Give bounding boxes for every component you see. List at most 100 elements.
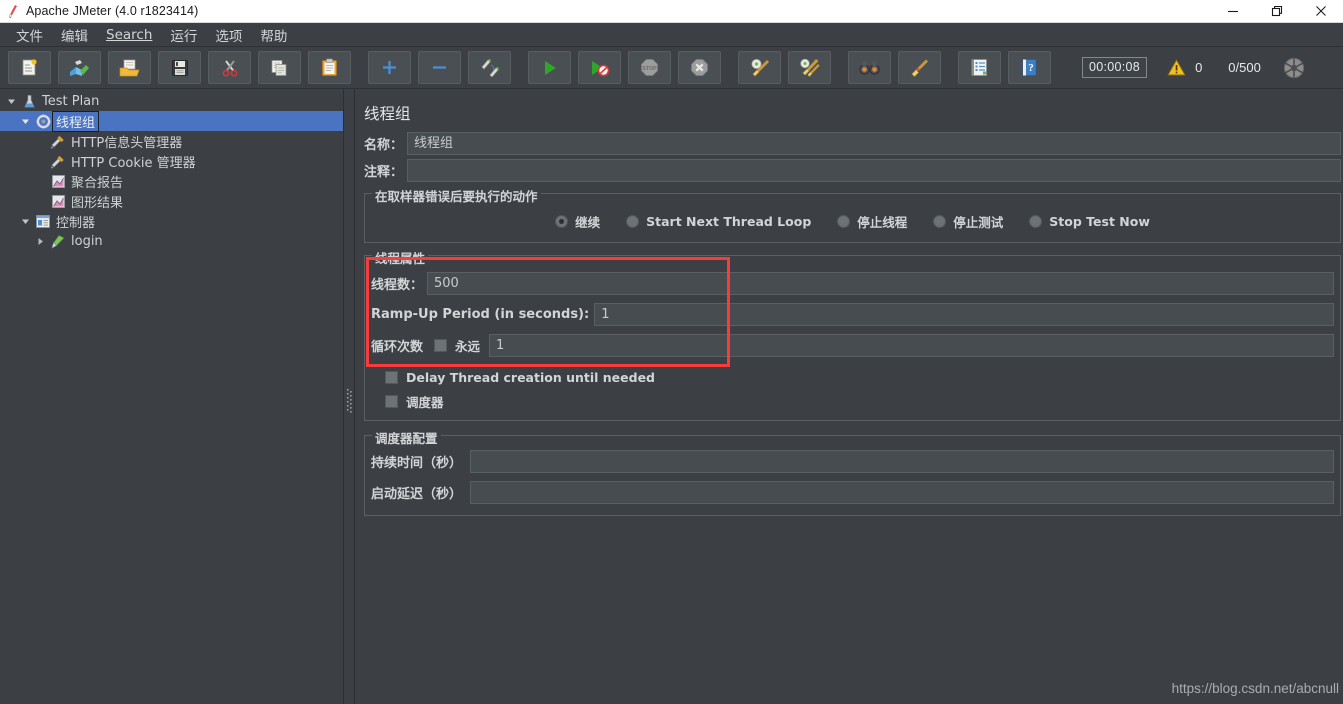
menu-search[interactable]: Search [97, 25, 161, 45]
logic-controller-icon [33, 214, 53, 229]
title-bar: Apache JMeter (4.0 r1823414) [0, 0, 1343, 23]
close-button[interactable] [1299, 0, 1343, 23]
radio-continue-label: 继续 [575, 214, 601, 230]
tree-node-controller[interactable]: 控制器 [0, 211, 343, 231]
radio-start-next-thread-loop-indicator[interactable] [626, 214, 640, 228]
comment-input[interactable] [407, 159, 1341, 182]
scheduler-checkbox[interactable] [385, 394, 398, 408]
radio-stop-thread[interactable]: 停止线程 [837, 212, 907, 231]
radio-stop-test-now-indicator[interactable] [1029, 214, 1043, 228]
help-book-icon: ? [1022, 59, 1037, 76]
tree-label-controller: 控制器 [56, 215, 96, 231]
duration-input[interactable] [470, 450, 1334, 473]
radio-stop-test[interactable]: 停止测试 [933, 212, 1003, 231]
forever-label: 永远 [455, 339, 481, 354]
scheduler-label: 调度器 [406, 394, 444, 410]
minus-icon [433, 66, 446, 69]
reset-search-button[interactable] [898, 51, 941, 84]
clear-all-button[interactable] [788, 51, 831, 84]
shutdown-button[interactable] [678, 51, 721, 84]
loop-count-input[interactable]: 1 [489, 334, 1334, 357]
binoculars-icon [859, 61, 880, 75]
tree-node-thread-group[interactable]: 线程组 [0, 110, 343, 132]
stop-sign-icon: STOP [641, 59, 658, 76]
warning-indicator[interactable]: 0 [1167, 59, 1202, 76]
restore-button[interactable] [1255, 0, 1299, 23]
splitter-grip-icon [347, 389, 352, 413]
tree-node-login[interactable]: login [0, 231, 343, 251]
menu-edit[interactable]: 编辑 [52, 23, 97, 47]
delay-thread-creation-checkbox[interactable] [385, 370, 398, 384]
tree-label-cookie-manager: HTTP Cookie 管理器 [71, 155, 196, 171]
thread-properties-legend: 线程属性 [372, 248, 429, 267]
cut-button[interactable] [208, 51, 251, 84]
new-test-plan-button[interactable] [8, 51, 51, 84]
svg-text:?: ? [1028, 62, 1034, 74]
help-button[interactable]: ? [1008, 51, 1051, 84]
toolbar-status: 00:00:08 0 0/500 [1082, 57, 1305, 79]
name-input[interactable]: 线程组 [407, 132, 1341, 155]
toggle-pencils-icon [481, 58, 499, 77]
radio-stop-test-indicator[interactable] [933, 214, 947, 228]
start-no-pauses-button[interactable] [578, 51, 621, 84]
minimize-button[interactable] [1211, 0, 1255, 23]
tree-node-test-plan[interactable]: Test Plan [0, 91, 343, 111]
radio-stop-thread-indicator[interactable] [837, 214, 851, 228]
radio-stop-thread-label: 停止线程 [857, 214, 908, 230]
rampup-input[interactable]: 1 [594, 303, 1334, 326]
tree-node-cookie-manager[interactable]: HTTP Cookie 管理器 [0, 151, 343, 171]
menu-run[interactable]: 运行 [161, 23, 206, 47]
tree-node-aggregate-report[interactable]: 聚合报告 [0, 171, 343, 191]
threads-input[interactable]: 500 [427, 272, 1334, 295]
error-action-radio-group: 继续 Start Next Thread Loop 停止线程 停止测试 Stop… [371, 207, 1334, 235]
forever-checkbox[interactable] [434, 339, 448, 352]
active-threads-count: 0/500 [1228, 60, 1261, 75]
connections-indicator-icon [1283, 57, 1305, 79]
toolbar: STOP ? 00:00:08 0 0/500 [0, 46, 1343, 89]
radio-continue[interactable]: 继续 [555, 212, 600, 231]
tree-node-header-manager[interactable]: HTTP信息头管理器 [0, 131, 343, 151]
stop-button[interactable]: STOP [628, 51, 671, 84]
comment-row: 注释： [356, 157, 1343, 184]
templates-button[interactable] [58, 51, 101, 84]
copy-button[interactable] [258, 51, 301, 84]
start-button[interactable] [528, 51, 571, 84]
elapsed-timer: 00:00:08 [1082, 57, 1148, 78]
radio-continue-indicator[interactable] [555, 214, 569, 228]
thread-properties-group: 线程属性 线程数： 500 Ramp-Up Period (in seconds… [364, 248, 1341, 421]
toggle-button[interactable] [468, 51, 511, 84]
split-divider[interactable] [344, 89, 355, 704]
scheduler-row[interactable]: 调度器 [371, 389, 1334, 413]
collapse-all-button[interactable] [418, 51, 461, 84]
chevron-down-icon[interactable] [18, 217, 33, 226]
name-label: 名称： [364, 138, 404, 153]
test-plan-icon [19, 94, 39, 109]
function-helper-button[interactable] [958, 51, 1001, 84]
duration-row: 持续时间（秒） [371, 446, 1334, 477]
menu-file[interactable]: 文件 [7, 23, 52, 47]
radio-start-next-thread-loop[interactable]: Start Next Thread Loop [626, 214, 811, 229]
radio-stop-test-now[interactable]: Stop Test Now [1029, 214, 1150, 229]
test-plan-tree[interactable]: Test Plan 线程组 HTTP信息头管理器 HTTP Cookie 管理器… [0, 89, 344, 704]
watermark-text: https://blog.csdn.net/abcnull [1171, 681, 1339, 696]
chevron-down-icon[interactable] [4, 97, 19, 106]
save-button[interactable] [158, 51, 201, 84]
menu-help[interactable]: 帮助 [251, 23, 296, 47]
expand-all-button[interactable] [368, 51, 411, 84]
header-manager-icon [48, 134, 68, 149]
menu-options[interactable]: 选项 [206, 23, 251, 47]
startup-delay-input[interactable] [470, 481, 1334, 504]
tree-label-thread-group: 线程组 [52, 110, 100, 132]
chevron-down-icon[interactable] [18, 117, 33, 126]
search-button[interactable] [848, 51, 891, 84]
clear-button[interactable] [738, 51, 781, 84]
tree-node-graph-results[interactable]: 图形结果 [0, 191, 343, 211]
chevron-right-icon[interactable] [33, 237, 48, 246]
loop-count-label: 循环次数 [371, 340, 424, 355]
thread-group-editor: 线程组 名称： 线程组 注释： 在取样器错误后要执行的动作 继续 Start N… [356, 89, 1343, 704]
paste-button[interactable] [308, 51, 351, 84]
open-button[interactable] [108, 51, 151, 84]
delay-thread-creation-row[interactable]: Delay Thread creation until needed [371, 365, 1334, 389]
warning-triangle-icon [1167, 59, 1186, 76]
play-no-timers-icon [591, 60, 609, 76]
